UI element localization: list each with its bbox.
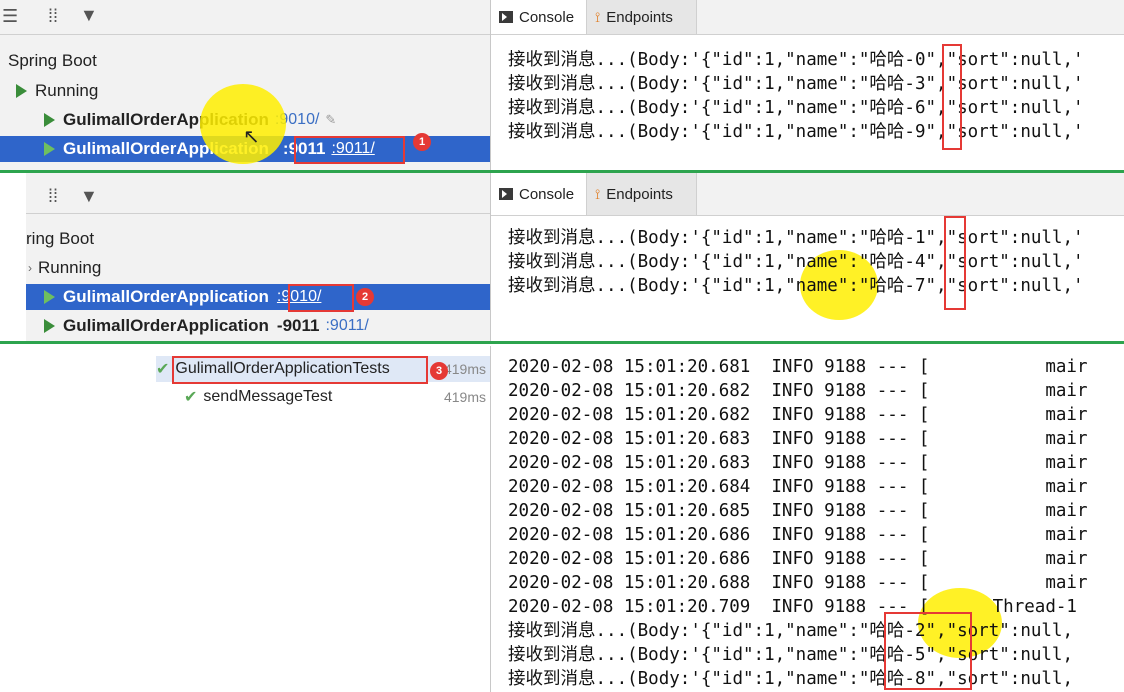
filter-icon[interactable]: ▼	[80, 5, 98, 26]
tree-running[interactable]: › Running	[28, 255, 101, 281]
run-icon	[44, 142, 55, 156]
log-line: 2020-02-08 15:01:20.684 INFO 9188 --- [ …	[508, 477, 1088, 497]
log-line: 2020-02-08 15:01:20.682 INFO 9188 --- [ …	[508, 405, 1088, 425]
tree-spring-boot[interactable]: ring Boot	[26, 226, 94, 252]
separator	[0, 341, 1124, 344]
highlight-box	[942, 44, 962, 150]
group-icon[interactable]: ⁞⁞	[48, 6, 58, 27]
highlight-box	[172, 356, 428, 384]
log-line: 2020-02-08 15:01:20.686 INFO 9188 --- [ …	[508, 525, 1088, 545]
tree-spring-boot[interactable]: Spring Boot	[8, 48, 97, 74]
log-line: 2020-02-08 15:01:20.686 INFO 9188 --- [ …	[508, 549, 1088, 569]
log-line: 2020-02-08 15:01:20.681 INFO 9188 --- [ …	[508, 357, 1088, 377]
log-line: 2020-02-08 15:01:20.683 INFO 9188 --- [ …	[508, 453, 1088, 473]
filter-icon[interactable]: ▼	[80, 186, 98, 207]
tab-endpoints[interactable]: ⟟ Endpoints	[587, 0, 697, 34]
console-line: 接收到消息...(Body:'{"id":1,"name":"哈哈-3","so…	[508, 74, 1084, 94]
tree-app-9010[interactable]: GulimallOrderApplication :9010/ ✎	[44, 107, 336, 133]
check-icon: ✔	[184, 389, 198, 406]
run-icon	[44, 113, 55, 127]
console-line: 接收到消息...(Body:'{"id":1,"name":"哈哈-4","so…	[508, 252, 1084, 272]
endpoints-icon: ⟟	[595, 8, 601, 25]
tree-app-9011[interactable]: GulimallOrderApplication -9011 :9011/	[44, 313, 369, 339]
console-icon	[499, 11, 513, 23]
log-line: 2020-02-08 15:01:20.688 INFO 9188 --- [ …	[508, 573, 1088, 593]
console-line: 接收到消息...(Body:'{"id":1,"name":"哈哈-7","so…	[508, 276, 1084, 296]
console-line: 接收到消息...(Body:'{"id":1,"name":"哈哈-9","so…	[508, 122, 1084, 142]
run-icon	[44, 319, 55, 333]
log-line: 2020-02-08 15:01:20.685 INFO 9188 --- [ …	[508, 501, 1088, 521]
group-icon[interactable]: ⁞⁞	[48, 186, 58, 207]
arrow-icon: ›	[28, 261, 32, 275]
mouse-cursor-icon: ↖	[243, 126, 260, 148]
highlight-box	[884, 612, 972, 690]
console-icon	[499, 188, 513, 200]
tree-app-9010-selected[interactable]: GulimallOrderApplication :9010/	[26, 284, 490, 310]
endpoints-icon: ⟟	[595, 185, 601, 202]
console-line: 接收到消息...(Body:'{"id":1,"name":"哈哈-5","so…	[508, 645, 1074, 665]
tab-console[interactable]: Console	[491, 0, 587, 34]
log-line: 2020-02-08 15:01:20.709 INFO 9188 --- [ …	[508, 597, 1077, 617]
tree-running[interactable]: Running	[16, 78, 98, 104]
check-icon: ✔	[156, 361, 170, 378]
log-line: 2020-02-08 15:01:20.683 INFO 9188 --- [ …	[508, 429, 1088, 449]
console-line: 接收到消息...(Body:'{"id":1,"name":"哈哈-1","so…	[508, 228, 1084, 248]
edit-icon[interactable]: ✎	[325, 112, 336, 128]
highlight-box	[944, 216, 966, 310]
step-badge: 2	[356, 288, 374, 306]
port-link[interactable]: :9011/	[325, 317, 368, 335]
collapse-icon[interactable]: ☰	[2, 6, 18, 27]
highlight-box	[294, 136, 405, 164]
log-line: 2020-02-08 15:01:20.682 INFO 9188 --- [ …	[508, 381, 1088, 401]
run-icon	[16, 84, 27, 98]
highlight-box	[288, 284, 354, 312]
step-badge: 3	[430, 362, 448, 380]
tab-console[interactable]: Console	[491, 173, 587, 215]
test-method-row[interactable]: ✔ sendMessageTest 419ms	[184, 384, 490, 410]
step-badge: 1	[413, 133, 431, 151]
tool-tabs: Console ⟟ Endpoints	[491, 0, 1124, 35]
console-line: 接收到消息...(Body:'{"id":1,"name":"哈哈-8","so…	[508, 669, 1074, 689]
console-line: 接收到消息...(Body:'{"id":1,"name":"哈哈-6","so…	[508, 98, 1084, 118]
console-line: 接收到消息...(Body:'{"id":1,"name":"哈哈-0","so…	[508, 50, 1084, 70]
console-line: 接收到消息...(Body:'{"id":1,"name":"哈哈-2","so…	[508, 621, 1074, 641]
tool-tabs: Console ⟟ Endpoints	[491, 173, 1124, 216]
tab-endpoints[interactable]: ⟟ Endpoints	[587, 173, 697, 215]
run-toolbar	[0, 0, 490, 35]
run-icon	[44, 290, 55, 304]
